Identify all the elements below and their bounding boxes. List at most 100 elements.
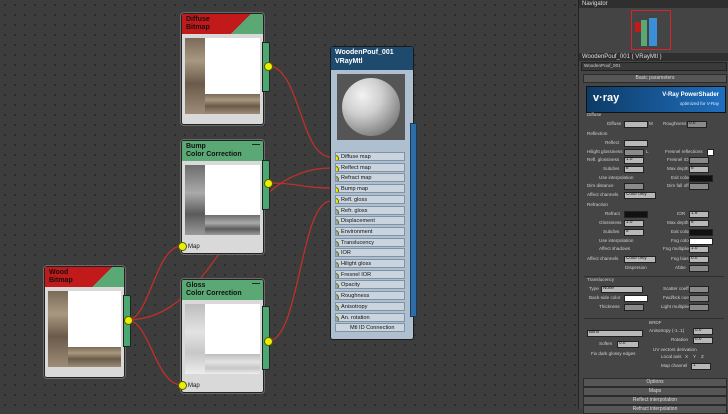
fog-mult-label: Fog multiplier [663, 246, 691, 251]
refract-color-swatch[interactable] [624, 211, 648, 218]
axis-x-button[interactable]: X [685, 354, 688, 360]
wood-bitmap-node[interactable]: Wood Bitmap [44, 266, 125, 378]
axis-y-button[interactable]: Y [693, 354, 696, 360]
node-header[interactable]: Bump Color Correction — [182, 141, 263, 161]
slot-input-socket[interactable] [336, 197, 339, 203]
material-slot[interactable]: IOR [335, 248, 405, 258]
slot-input-socket[interactable] [336, 251, 339, 257]
affect-shadows-label: Affect shadows [599, 246, 631, 251]
diffuse-map-button[interactable]: M [649, 121, 653, 127]
node-title-line2: Bitmap [186, 24, 210, 31]
node-header[interactable]: Diffuse Bitmap [182, 14, 263, 34]
collapse-icon[interactable]: — [252, 280, 260, 288]
fog-color-swatch[interactable] [689, 238, 713, 245]
output-socket[interactable] [124, 316, 133, 325]
slot-input-socket[interactable] [336, 229, 339, 235]
dim-distance-spinner[interactable] [624, 183, 644, 190]
material-slot[interactable]: Translucency [335, 237, 405, 247]
material-slot[interactable]: Hilight gloss [335, 259, 405, 268]
gloss-color-correction-node[interactable]: Gloss Color Correction — Map [181, 279, 264, 393]
material-slot[interactable]: Roughness [335, 291, 405, 301]
scatter-spinner[interactable] [689, 286, 709, 293]
material-node-header[interactable]: WoodenPouf_001 VRayMtl [331, 47, 413, 70]
fresnel-ior-spinner[interactable] [689, 157, 709, 164]
material-slot[interactable]: Refract map [335, 173, 405, 183]
thickness-spinner[interactable] [624, 304, 644, 311]
output-socket[interactable] [264, 62, 273, 71]
reflect-label: Reflect [605, 140, 620, 145]
refr-exit-color-swatch[interactable] [689, 229, 713, 236]
material-slot-mtl-id-connection[interactable]: Mtl ID Connection [335, 323, 405, 333]
rollout-refract-interpolation[interactable]: Refract interpolation [583, 405, 727, 414]
map-input-socket[interactable] [178, 381, 187, 390]
node-title-line1: Gloss [186, 282, 206, 289]
diffuse-bitmap-node[interactable]: Diffuse Bitmap [181, 13, 264, 125]
map-channel-radio[interactable]: Map channel [661, 363, 687, 369]
slot-input-socket[interactable] [336, 294, 339, 300]
rollout-basic-parameters[interactable]: Basic parameters [583, 74, 727, 83]
material-slot[interactable]: Diffuse map [335, 152, 405, 161]
abbe-spinner[interactable] [689, 265, 709, 272]
material-slot[interactable]: Refr. gloss [335, 205, 405, 215]
scatter-label: Scatter coeff [663, 286, 689, 291]
fwd-bck-spinner[interactable] [689, 295, 709, 302]
local-axis-radio[interactable]: Local axis [661, 354, 681, 360]
brdf-type-value: Blinn [589, 329, 600, 334]
slot-input-socket[interactable] [336, 208, 339, 214]
rollout-reflect-interpolation[interactable]: Reflect interpolation [583, 396, 727, 405]
link-diffuse-to-diffuse-map [267, 65, 332, 158]
exit-color-swatch[interactable] [689, 175, 713, 182]
material-slot[interactable]: Refl. gloss [335, 194, 405, 204]
vraymtl-node[interactable]: WoodenPouf_001 VRayMtl Diffuse map Reflec… [330, 46, 417, 340]
slot-input-socket[interactable] [336, 240, 339, 246]
soften-label: Soften [599, 341, 613, 346]
lock-l-button[interactable]: L [646, 149, 649, 155]
node-editor-canvas[interactable]: Diffuse Bitmap Bump Color Correction — M… [0, 0, 578, 409]
slot-input-socket[interactable] [336, 304, 339, 310]
fog-bias-label: Fog bias [671, 256, 689, 261]
material-slot[interactable]: Fresnel IOR [335, 269, 405, 279]
hilight-gloss-spinner[interactable] [624, 149, 644, 156]
material-slot[interactable]: Displacement [335, 216, 405, 226]
output-socket[interactable] [264, 179, 273, 188]
fog-mult-value: 1.0 [691, 245, 698, 250]
rollout-maps[interactable]: Maps [583, 387, 727, 396]
material-name-field[interactable]: WoodenPouf_001 [581, 62, 727, 71]
slot-input-socket[interactable] [336, 155, 339, 160]
slot-input-socket[interactable] [336, 165, 339, 171]
material-slot[interactable]: Anisotropy [335, 301, 405, 311]
slot-input-socket[interactable] [336, 283, 339, 289]
diffuse-color-swatch[interactable] [624, 121, 648, 128]
vray-subtitle: optimized for V-Ray [679, 101, 719, 106]
slot-input-socket[interactable] [336, 272, 339, 278]
navigator-view[interactable] [579, 8, 728, 52]
exit-color-label: Exit color [671, 175, 690, 180]
texture-swatch [205, 354, 260, 374]
slot-input-socket[interactable] [336, 176, 339, 182]
material-slot[interactable]: Bump map [335, 184, 405, 194]
output-socket[interactable] [264, 337, 273, 346]
collapse-icon[interactable]: — [252, 141, 260, 149]
rollout-options[interactable]: Options [583, 378, 727, 387]
material-slot[interactable]: Opacity [335, 280, 405, 290]
map-input-socket[interactable] [178, 242, 187, 251]
material-slot[interactable]: Environment [335, 226, 405, 236]
material-slot[interactable]: Reflect map [335, 162, 405, 172]
material-output-bar[interactable] [410, 123, 417, 317]
node-header[interactable]: Gloss Color Correction — [182, 280, 263, 300]
slot-input-socket[interactable] [336, 219, 339, 225]
back-side-swatch[interactable] [624, 295, 648, 302]
light-mult-spinner[interactable] [689, 304, 709, 311]
axis-z-button[interactable]: Z [701, 354, 704, 360]
material-slot[interactable]: An. rotation [335, 312, 405, 322]
slot-input-socket[interactable] [336, 187, 339, 193]
material-node-type: VRayMtl [335, 58, 363, 65]
node-title-line2: Color Correction [186, 290, 242, 297]
reflect-color-swatch[interactable] [624, 140, 648, 147]
fresnel-checkbox[interactable] [707, 149, 714, 156]
slot-input-socket[interactable] [336, 315, 339, 321]
bump-color-correction-node[interactable]: Bump Color Correction — Map [181, 140, 264, 254]
dim-falloff-spinner[interactable] [689, 183, 709, 190]
node-header[interactable]: Wood Bitmap [45, 267, 124, 287]
slot-input-socket[interactable] [336, 262, 339, 267]
